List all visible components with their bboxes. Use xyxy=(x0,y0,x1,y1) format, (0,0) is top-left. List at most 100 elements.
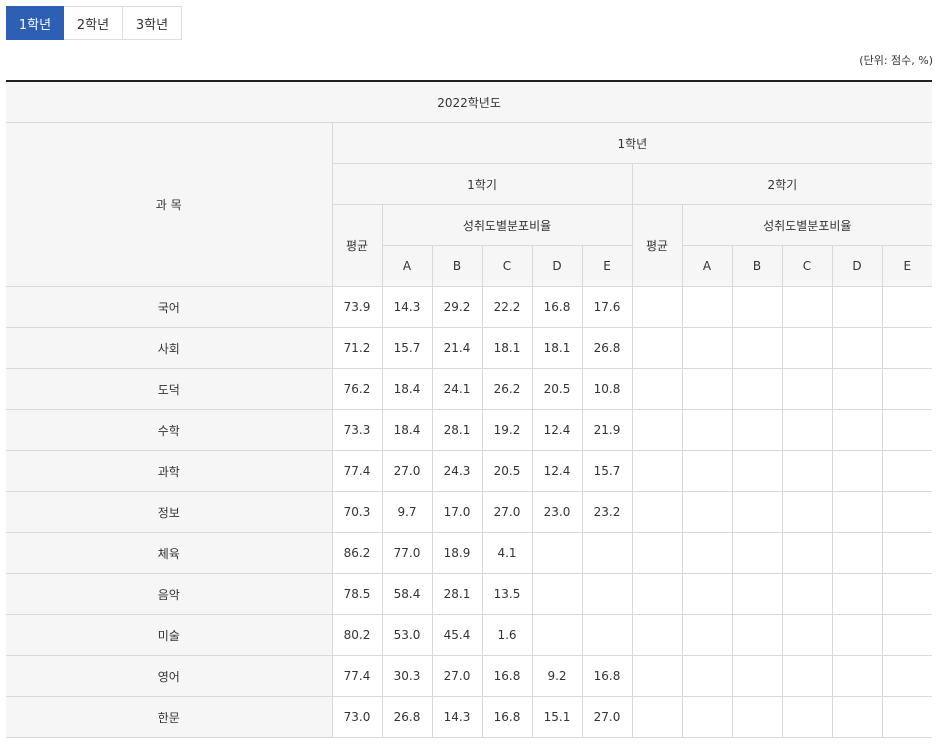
dist-cell: 20.5 xyxy=(481,450,533,492)
semester-1-header: 1학기 xyxy=(332,163,633,205)
dist-cell xyxy=(831,409,883,451)
dist-cell xyxy=(681,409,733,451)
dist-cell: 9.2 xyxy=(531,655,583,697)
dist-cell xyxy=(781,491,833,533)
dist-cell xyxy=(581,532,633,574)
dist-cell xyxy=(731,532,783,574)
level-header: D xyxy=(831,245,883,287)
dist-cell: 27.0 xyxy=(431,655,483,697)
dist-cell: 14.3 xyxy=(431,696,483,738)
dist-cell: 23.2 xyxy=(581,491,633,533)
avg-cell xyxy=(631,491,683,533)
subject-cell: 국어 xyxy=(6,286,333,328)
dist-cell: 29.2 xyxy=(431,286,483,328)
dist-cell xyxy=(681,696,733,738)
dist-cell xyxy=(531,614,583,656)
level-header: B xyxy=(731,245,783,287)
avg-cell: 70.3 xyxy=(331,491,383,533)
tab-grade-3[interactable]: 3학년 xyxy=(123,6,182,40)
dist-cell: 18.1 xyxy=(531,327,583,369)
level-header: E xyxy=(881,245,933,287)
avg-cell xyxy=(631,573,683,615)
avg-cell xyxy=(631,655,683,697)
dist-cell: 18.1 xyxy=(481,327,533,369)
dist-cell: 10.8 xyxy=(581,368,633,410)
subject-cell: 한문 xyxy=(6,696,333,738)
avg-cell: 73.9 xyxy=(331,286,383,328)
dist-cell xyxy=(881,696,933,738)
dist-cell xyxy=(881,327,933,369)
table-row: 과학 77.4 27.0 24.3 20.5 12.4 15.7 xyxy=(6,450,933,492)
table-row: 수학 73.3 18.4 28.1 19.2 12.4 21.9 xyxy=(6,409,933,451)
tab-grade-2[interactable]: 2학년 xyxy=(64,6,123,40)
semester-2-avg-header: 평균 xyxy=(631,204,683,287)
dist-cell xyxy=(581,573,633,615)
dist-cell xyxy=(831,696,883,738)
dist-cell: 15.7 xyxy=(581,450,633,492)
dist-cell xyxy=(831,573,883,615)
dist-cell: 12.4 xyxy=(531,450,583,492)
subject-header: 과 목 xyxy=(6,122,333,287)
dist-cell xyxy=(731,409,783,451)
avg-cell: 78.5 xyxy=(331,573,383,615)
avg-cell: 76.2 xyxy=(331,368,383,410)
table-row: 영어 77.4 30.3 27.0 16.8 9.2 16.8 xyxy=(6,655,933,697)
dist-cell: 16.8 xyxy=(481,696,533,738)
table-row: 음악 78.5 58.4 28.1 13.5 xyxy=(6,573,933,615)
dist-cell: 28.1 xyxy=(431,409,483,451)
dist-cell: 26.8 xyxy=(581,327,633,369)
unit-note: (단위: 점수, %) xyxy=(859,54,933,67)
dist-cell xyxy=(881,573,933,615)
table-body: 국어 73.9 14.3 29.2 22.2 16.8 17.6 사회 71.2 15.7 21.4… xyxy=(6,286,933,738)
dist-cell: 26.2 xyxy=(481,368,533,410)
level-header: D xyxy=(531,245,583,287)
dist-cell: 23.0 xyxy=(531,491,583,533)
dist-cell: 28.1 xyxy=(431,573,483,615)
dist-cell xyxy=(881,491,933,533)
dist-cell xyxy=(681,532,733,574)
dist-cell xyxy=(731,450,783,492)
subject-cell: 영어 xyxy=(6,655,333,697)
dist-cell xyxy=(781,573,833,615)
dist-cell: 9.7 xyxy=(381,491,433,533)
dist-cell xyxy=(531,573,583,615)
dist-cell xyxy=(581,614,633,656)
semester-2-header: 2학기 xyxy=(631,163,933,205)
dist-cell: 20.5 xyxy=(531,368,583,410)
dist-cell: 15.1 xyxy=(531,696,583,738)
dist-cell: 16.8 xyxy=(531,286,583,328)
dist-cell: 14.3 xyxy=(381,286,433,328)
dist-cell: 27.0 xyxy=(381,450,433,492)
avg-cell: 80.2 xyxy=(331,614,383,656)
dist-cell: 27.0 xyxy=(481,491,533,533)
dist-cell xyxy=(831,655,883,697)
dist-cell xyxy=(781,655,833,697)
subject-cell: 과학 xyxy=(6,450,333,492)
dist-cell: 19.2 xyxy=(481,409,533,451)
dist-cell xyxy=(731,286,783,328)
avg-cell: 77.4 xyxy=(331,450,383,492)
dist-cell xyxy=(681,286,733,328)
tab-grade-1[interactable]: 1학년 xyxy=(6,6,64,40)
subject-cell: 사회 xyxy=(6,327,333,369)
dist-cell xyxy=(881,532,933,574)
level-header: A xyxy=(382,245,433,287)
avg-cell xyxy=(631,286,683,328)
dist-cell xyxy=(831,450,883,492)
dist-cell: 13.5 xyxy=(481,573,533,615)
dist-cell xyxy=(681,450,733,492)
dist-cell xyxy=(831,491,883,533)
dist-cell xyxy=(881,614,933,656)
table-row: 체육 86.2 77.0 18.9 4.1 xyxy=(6,532,933,574)
dist-cell: 21.9 xyxy=(581,409,633,451)
dist-cell xyxy=(831,532,883,574)
avg-cell xyxy=(631,368,683,410)
dist-cell xyxy=(681,491,733,533)
dist-cell xyxy=(831,368,883,410)
avg-cell: 73.0 xyxy=(331,696,383,738)
avg-cell xyxy=(631,327,683,369)
dist-cell xyxy=(781,286,833,328)
dist-cell: 15.7 xyxy=(381,327,433,369)
table-row: 미술 80.2 53.0 45.4 1.6 xyxy=(6,614,933,656)
subject-cell: 체육 xyxy=(6,532,333,574)
